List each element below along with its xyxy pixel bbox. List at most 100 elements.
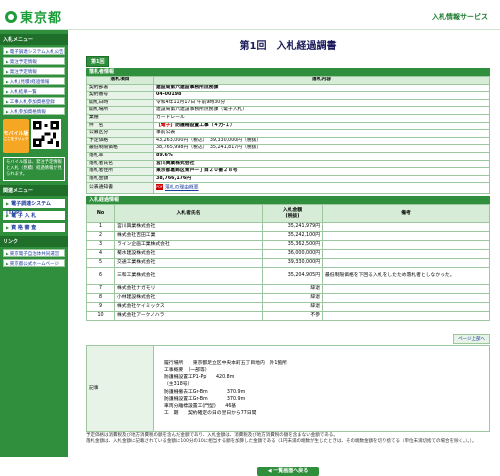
sidebar-link-3[interactable]: 発注予定情報 <box>3 67 65 75</box>
table-row: 10 株式会社アークノハラ 不参 <box>86 311 490 322</box>
bid-amount: 35,362,500円 <box>262 240 323 251</box>
info-label: 件 名 <box>86 121 154 131</box>
bid-table: No 入札者氏名 入札金額 (税抜) 備考 1 宮川興業株式会社 35,241,97… <box>86 204 490 322</box>
notes-row: 記事 履行場所 東京都足立区中央本町五丁目地内 外1箇所 工事概要 （一部等） 防護… <box>86 345 490 432</box>
info-value: 38,766,176円 <box>153 174 490 184</box>
col-no: No <box>86 204 115 224</box>
section-winner-info: 落札者情報 <box>86 68 490 76</box>
table-row: 業種 ガードレール <box>86 113 490 123</box>
bid-amount: 35,241,979円 <box>262 222 323 233</box>
mobile-label[interactable]: モバイル版 ここをクリック <box>3 119 29 153</box>
notes-line: 防護柵設置工Gr-Bm 370.9m <box>164 396 246 402</box>
sidebar-button-e-bid[interactable]: 電 子 入 札 <box>3 211 65 220</box>
sidebar-link-5[interactable]: 入札結果一覧 <box>3 87 65 95</box>
sidebar-link-6[interactable]: 工事入札参加資格登録 <box>3 97 65 105</box>
notes-content: 履行場所 東京都足立区中央本町五丁目地内 外1箇所 工事概要 （一部等） 防護柵設置… <box>153 345 490 432</box>
mobile-note: モバイル版は、発注予定情報と入札（見積）経過情報が見られます。 <box>3 157 65 181</box>
sidebar-button-procurement[interactable]: 電子調達システム(TOP) <box>3 199 65 216</box>
back-to-list-button[interactable]: ◀ 一覧画面へ戻る <box>257 467 319 476</box>
winner-table: 落札項目 落札内容 契約部署 建設局第六建設事務所庶務課 契約番号 04-00198 開… <box>86 76 490 195</box>
notes-line: 防護柵設置工P1-Pp 420.8m <box>164 375 235 381</box>
bidder-name: 株式会社ナガモリ <box>114 284 263 295</box>
service-name: 入札情報サービス <box>432 13 488 21</box>
notes-line: 履行場所 東京都足立区中央本町五丁目地内 外1箇所 <box>164 360 287 366</box>
bid-amount: 辞退 <box>262 293 323 304</box>
info-label: 開札日時 <box>86 98 154 108</box>
table-row: 公募区分 事前公表 <box>86 129 490 138</box>
sidebar-button-qualification[interactable]: 資 格 審 査 <box>3 223 65 232</box>
mobile-sub-text: ここをクリック <box>3 137 29 141</box>
info-value: 04-00198 <box>153 91 490 100</box>
sidebar-link-4[interactable]: 入札(見積)経過情報 <box>3 77 65 85</box>
table-row: 7 株式会社ナガモリ 辞退 <box>86 284 490 295</box>
sidebar-link-7[interactable]: 入札参加資格情報 <box>3 107 65 115</box>
info-label: 契約部署 <box>86 83 154 93</box>
bid-no: 2 <box>86 231 115 242</box>
bid-remarks <box>322 284 490 295</box>
sidebar-link-1[interactable]: 電子調達システム入札公告 <box>3 47 65 55</box>
section-bid-info: 入札経過情報 <box>86 196 490 205</box>
notice-label: 公表通知書 <box>86 182 154 195</box>
bid-amount: 辞退 <box>262 302 323 313</box>
bid-remarks <box>322 293 490 304</box>
table-row: 4 菊水建設株式会社 36,000,000円 <box>86 249 490 260</box>
table-row: 最低制限価格 38,765,998円（税込） 35,241,817円（税抜） <box>86 144 490 153</box>
table-row: 3 ライン企画工業株式会社 35,362,500円 <box>86 240 490 251</box>
info-label: 落札金額 <box>86 174 154 184</box>
info-label: 契約番号 <box>86 91 154 100</box>
bid-no: 8 <box>86 293 115 304</box>
bid-amount: 35,204,905円 <box>262 267 323 286</box>
info-value: 【電子】防護柵設置工事（４力-１） <box>153 121 490 131</box>
bid-no: 6 <box>86 267 115 286</box>
info-value: 建設局第六建設事務所庶務課 <box>153 83 490 93</box>
info-label: 開札場所 <box>86 106 154 115</box>
col-remarks: 備考 <box>322 204 490 224</box>
bid-amount: 35,242,100円 <box>262 231 323 242</box>
info-value: 89.6% <box>153 151 490 161</box>
info-label: 業種 <box>86 113 154 123</box>
info-value: 建設局第六建設事務所庶務課（電子入札） <box>153 106 490 115</box>
info-label: 落札者氏名 <box>86 159 154 169</box>
bid-table-header: No 入札者氏名 入札金額 (税抜) 備考 <box>86 204 490 224</box>
tab-round-1[interactable]: 第1回 <box>86 56 110 67</box>
notice-link[interactable]: 落札の理由概要 <box>165 186 199 191</box>
bid-remarks <box>322 302 490 313</box>
sidebar-lower-title: 関連メニュー <box>0 185 68 196</box>
sidebar-bottom-link-2[interactable]: 東京都公式ホームページ <box>3 259 65 267</box>
info-label: 落札率 <box>86 151 154 161</box>
notice-cell: PDF 落札の理由概要 <box>153 182 490 195</box>
table-row: 落札率 89.6% <box>86 151 490 161</box>
notes-label: 記事 <box>86 345 154 432</box>
tokyo-logo[interactable]: 東京都 <box>5 7 62 26</box>
tokyo-emblem-icon <box>5 10 17 23</box>
col-bidder: 入札者氏名 <box>114 204 263 224</box>
bid-no: 4 <box>86 249 115 260</box>
bid-no: 1 <box>86 222 115 233</box>
page-top-button[interactable]: ページ上部へ <box>453 334 490 344</box>
mobile-banner[interactable]: モバイル版 ここをクリック <box>3 119 65 153</box>
bid-no: 10 <box>86 311 115 322</box>
table-row: 6 三和工業株式会社 35,204,905円 最低制限価格を下回る入札をしたため落札者… <box>86 267 490 286</box>
bidder-name: 交通工業株式会社 <box>114 258 263 269</box>
table-row: 1 宮川興業株式会社 35,241,979円 <box>86 222 490 233</box>
bidder-name: 株式会社吉田工業 <box>114 231 263 242</box>
qr-code-icon <box>31 119 61 149</box>
notes-line: 車両分離標設置工(門型) 46基 <box>164 403 237 409</box>
info-value: 38,765,998円（税込） 35,241,817円（税抜） <box>153 144 490 153</box>
info-label: 落札者住所 <box>86 167 154 176</box>
info-label: 公募区分 <box>86 129 154 138</box>
table-row: 9 株式会社ケイミックス 辞退 <box>86 302 490 313</box>
notes-line: （主318号） <box>164 382 193 388</box>
col-content: 落札内容 <box>153 76 490 85</box>
table-row: 5 交通工業株式会社 39,330,000円 <box>86 258 490 269</box>
bidder-name: 株式会社アークノハラ <box>114 311 263 322</box>
electronic-tag: 【電子】 <box>156 122 176 128</box>
winner-table-header: 落札項目 落札内容 <box>86 76 490 85</box>
bid-amount: 辞退 <box>262 284 323 295</box>
bidder-name: 宮川興業株式会社 <box>114 222 263 233</box>
sidebar-link-2[interactable]: 発注予定情報 <box>3 57 65 65</box>
sidebar-bottom-link-1[interactable]: 東京電子自治体共同運営 <box>3 249 65 257</box>
bid-remarks <box>322 222 490 233</box>
table-row: 2 株式会社吉田工業 35,242,100円 <box>86 231 490 242</box>
bid-amount: 36,000,000円 <box>262 249 323 260</box>
